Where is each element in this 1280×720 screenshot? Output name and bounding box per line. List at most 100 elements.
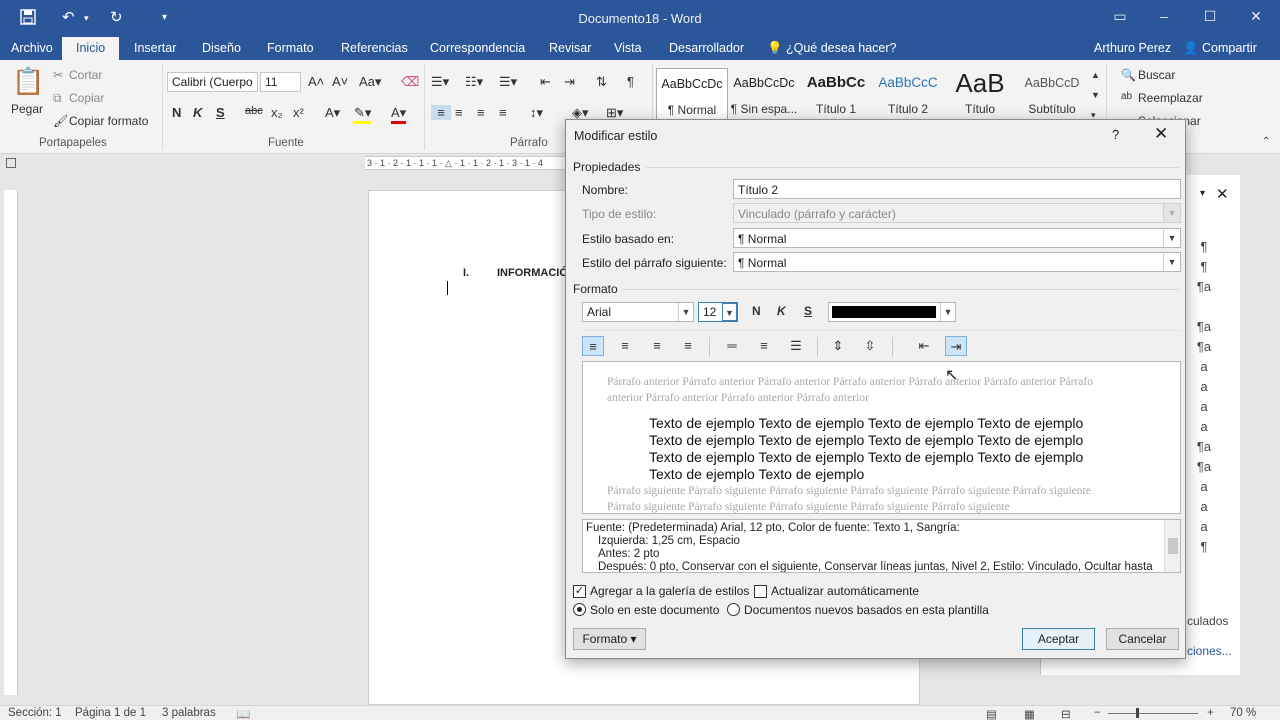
subscript-icon[interactable]: x₂: [271, 105, 283, 120]
print-layout-icon[interactable]: ▦: [1024, 707, 1035, 720]
chevron-down-icon[interactable]: ▼: [722, 303, 737, 321]
word-count[interactable]: 3 palabras: [162, 707, 216, 719]
justify-icon[interactable]: ≡: [499, 105, 507, 120]
paste-icon[interactable]: 📋: [12, 66, 44, 97]
chevron-down-icon[interactable]: ▼: [940, 303, 955, 321]
strikethrough-icon[interactable]: abc: [245, 105, 263, 117]
font-name-box[interactable]: Calibri (Cuerpo: [167, 72, 258, 92]
grow-font-icon[interactable]: A˄: [308, 74, 324, 89]
find-button[interactable]: Buscar: [1138, 68, 1175, 82]
styles-scroll-up-icon[interactable]: ▲: [1091, 70, 1100, 80]
share-button[interactable]: Compartir: [1202, 41, 1257, 55]
web-layout-icon[interactable]: ⊟: [1061, 707, 1071, 720]
line-spacing-icon[interactable]: ↕▾: [530, 105, 543, 121]
pane-options-icon[interactable]: ▾: [1200, 188, 1205, 199]
minimize-icon[interactable]: –: [1154, 8, 1174, 26]
align-right-icon[interactable]: ≡: [477, 105, 485, 120]
tab-archivo[interactable]: Archivo: [11, 41, 53, 55]
font-color-select[interactable]: ▼: [828, 302, 956, 322]
superscript-icon[interactable]: x²: [293, 105, 304, 120]
chevron-down-icon[interactable]: ▼: [678, 303, 693, 321]
scrollbar-thumb[interactable]: [1168, 538, 1178, 554]
cut-button[interactable]: Cortar: [69, 68, 102, 82]
change-case-icon[interactable]: Aa▾: [359, 74, 381, 90]
font-select[interactable]: Arial ▼: [582, 302, 694, 322]
bullets-icon[interactable]: ☰▾: [431, 74, 449, 90]
zoom-out-icon[interactable]: −: [1094, 707, 1101, 719]
name-field[interactable]: Título 2: [733, 179, 1181, 199]
copy-button[interactable]: Copiar: [69, 91, 104, 105]
next-style-select[interactable]: ¶ Normal ▼: [733, 252, 1181, 272]
align-left-button[interactable]: ≡: [582, 336, 604, 356]
font-size-box[interactable]: 11: [260, 72, 301, 92]
format-menu-button[interactable]: Formato ▾: [573, 628, 646, 650]
format-painter-button[interactable]: Copiar formato: [69, 114, 148, 128]
double-spacing-button[interactable]: ☰: [785, 336, 807, 356]
auto-update-checkbox[interactable]: [754, 585, 767, 598]
style-heading-2[interactable]: AaBbCcC Título 2: [872, 68, 944, 126]
vertical-ruler[interactable]: [4, 190, 18, 695]
collapse-ribbon-icon[interactable]: ⌃: [1262, 136, 1270, 147]
align-center-icon[interactable]: ≡: [455, 105, 463, 120]
proofing-icon[interactable]: 📖: [236, 707, 250, 720]
pane-close-icon[interactable]: ✕: [1216, 185, 1229, 203]
tab-vista[interactable]: Vista: [614, 41, 642, 55]
tab-inicio[interactable]: Inicio: [62, 37, 120, 60]
single-spacing-button[interactable]: ═: [721, 336, 743, 356]
ok-button[interactable]: Aceptar: [1022, 628, 1095, 650]
options-link[interactable]: ciones...: [1187, 644, 1232, 658]
horizontal-ruler[interactable]: 3 · 1 · 2 · 1 · 1 · 1 · △ · 1 · 1 · 2 · …: [365, 156, 565, 170]
zoom-slider-thumb[interactable]: [1136, 708, 1139, 718]
show-marks-icon[interactable]: ¶: [627, 74, 634, 89]
text-effects-icon[interactable]: A▾: [325, 105, 340, 121]
justify-button[interactable]: ≡: [677, 336, 699, 356]
style-heading-1[interactable]: AaBbCc Título 1: [800, 68, 872, 126]
read-mode-icon[interactable]: ▤: [986, 707, 997, 720]
italic-icon[interactable]: K: [193, 105, 202, 120]
zoom-slider[interactable]: [1108, 713, 1198, 714]
new-documents-radio[interactable]: [727, 603, 740, 616]
add-to-gallery-checkbox[interactable]: ✓: [573, 585, 586, 598]
decrease-indent-icon[interactable]: ⇤: [540, 74, 551, 90]
multilevel-list-icon[interactable]: ☰▾: [499, 74, 517, 90]
tab-formato[interactable]: Formato: [267, 41, 314, 55]
align-right-button[interactable]: ≡: [646, 336, 668, 356]
user-name[interactable]: Arthuro Perez: [1094, 41, 1171, 55]
tab-correspondencia[interactable]: Correspondencia: [430, 41, 525, 55]
share-icon[interactable]: 👤: [1183, 41, 1199, 56]
maximize-icon[interactable]: ☐: [1200, 8, 1220, 26]
section-indicator[interactable]: Sección: 1: [8, 707, 62, 719]
description-scrollbar[interactable]: [1164, 520, 1180, 572]
one-half-spacing-button[interactable]: ≡: [753, 336, 775, 356]
ribbon-display-options-icon[interactable]: ▭: [1110, 8, 1130, 26]
highlight-icon[interactable]: ✎▾: [354, 105, 372, 124]
replace-button[interactable]: Reemplazar: [1138, 91, 1203, 105]
style-subtitle[interactable]: AaBbCcD Subtítulo: [1016, 68, 1088, 126]
numbering-icon[interactable]: ☷▾: [465, 74, 483, 90]
underline-icon[interactable]: S: [216, 105, 225, 120]
tab-referencias[interactable]: Referencias: [341, 41, 408, 55]
dialog-close-icon[interactable]: ✕: [1154, 124, 1168, 144]
increase-paragraph-spacing-button[interactable]: ⇕: [827, 336, 849, 356]
style-no-spacing[interactable]: AaBbCcDc ¶ Sin espa...: [728, 68, 800, 126]
chevron-down-icon[interactable]: ▼: [1163, 229, 1180, 247]
zoom-in-icon[interactable]: +: [1207, 707, 1214, 719]
styles-scroll-down-icon[interactable]: ▼: [1091, 90, 1100, 100]
style-normal[interactable]: AaBbCcDc ¶ Normal: [656, 68, 728, 126]
tab-revisar[interactable]: Revisar: [549, 41, 591, 55]
align-center-button[interactable]: ≡: [614, 336, 636, 356]
bold-icon[interactable]: N: [172, 105, 181, 120]
tab-insertar[interactable]: Insertar: [134, 41, 176, 55]
tell-me-box[interactable]: ¿Qué desea hacer?: [786, 41, 897, 55]
underline-button[interactable]: S: [804, 304, 812, 318]
chevron-down-icon[interactable]: ▼: [1163, 253, 1180, 271]
page-indicator[interactable]: Página 1 de 1: [75, 707, 146, 719]
based-on-select[interactable]: ¶ Normal ▼: [733, 228, 1181, 248]
bold-button[interactable]: N: [752, 304, 761, 318]
zoom-level[interactable]: 70 %: [1230, 707, 1256, 719]
cancel-button[interactable]: Cancelar: [1106, 628, 1179, 650]
style-title[interactable]: AaB Título: [944, 68, 1016, 126]
tab-diseno[interactable]: Diseño: [202, 41, 241, 55]
italic-button[interactable]: K: [777, 304, 786, 318]
tab-selector[interactable]: [6, 158, 16, 168]
